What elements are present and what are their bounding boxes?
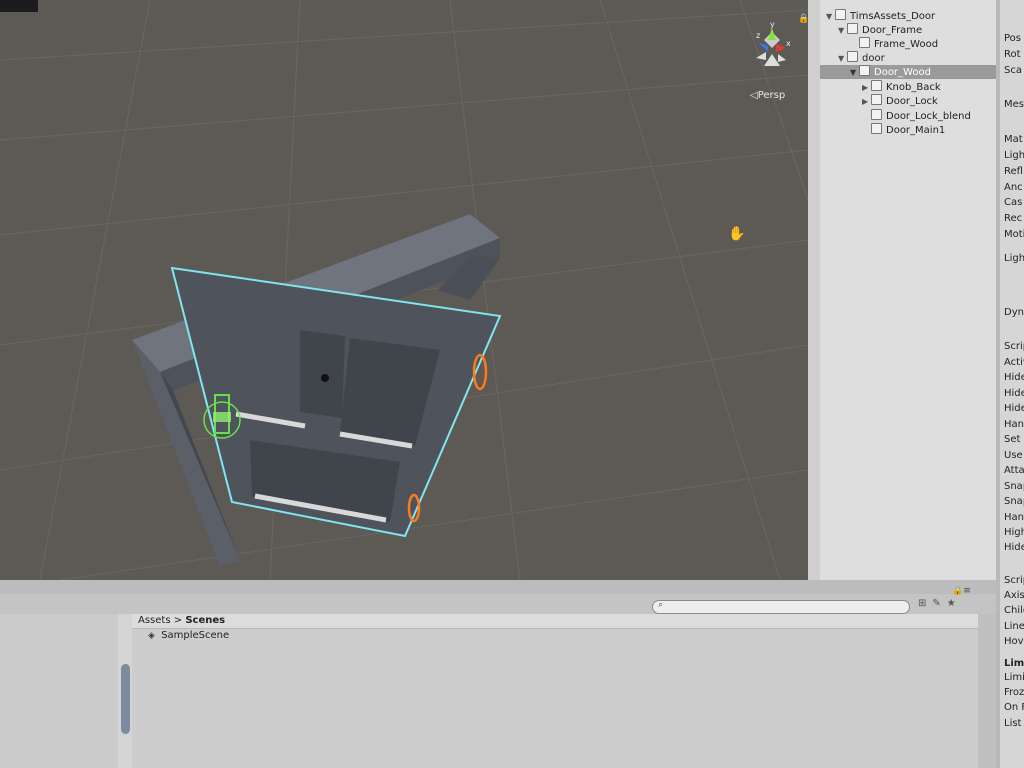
breadcrumb-text: Assets > Scenes — [138, 615, 225, 626]
inspector-field[interactable]: Dyna — [1004, 306, 1024, 319]
project-file-area[interactable] — [132, 629, 978, 768]
inspector-field[interactable]: Hand — [1004, 511, 1024, 524]
breadcrumb-separator: > — [173, 615, 183, 626]
gameobject-icon — [847, 51, 858, 62]
gameobject-icon — [871, 109, 882, 120]
inspector-field[interactable]: Mes — [1004, 98, 1024, 111]
lock-icon[interactable]: 🔒 — [798, 14, 808, 24]
inspector-field[interactable]: Hide — [1004, 371, 1024, 384]
hierarchy-item-label: Door_Lock — [886, 96, 938, 107]
expand-arrow-icon[interactable]: ▼ — [838, 24, 847, 38]
breadcrumb-current[interactable]: Scenes — [185, 615, 225, 626]
hierarchy-item[interactable]: ▼ Door_Frame — [838, 23, 922, 37]
inspector-field[interactable]: Axis O — [1004, 589, 1024, 602]
gameobject-icon — [859, 37, 870, 48]
gameobject-icon — [859, 65, 870, 76]
gizmo-y-label: y — [770, 20, 775, 29]
hierarchy-item-label: Frame_Wood — [874, 39, 939, 50]
inspector-field[interactable]: Use H — [1004, 449, 1024, 462]
scene-view[interactable]: y x z 🔒 ◁Persp ✋ — [0, 0, 808, 580]
project-search-input[interactable] — [652, 600, 910, 614]
hierarchy-item-selected[interactable]: ▼ Door_Wood — [820, 65, 996, 79]
inspector-field[interactable]: Snap — [1004, 495, 1024, 508]
inspector-scrollbar[interactable] — [978, 614, 996, 768]
expand-arrow-icon[interactable]: ▶ — [862, 95, 871, 109]
breadcrumb — [132, 614, 978, 629]
inspector-field[interactable]: Mat — [1004, 133, 1023, 146]
expand-arrow-icon[interactable]: ▼ — [850, 66, 859, 80]
hand-cursor-icon: ✋ — [728, 226, 746, 242]
panel-lock-icon[interactable]: 🔒≡ — [952, 586, 971, 596]
gizmo-x-label: x — [786, 39, 791, 48]
inspector-field[interactable]: Ligh — [1004, 149, 1024, 162]
inspector-section-title: Limite — [1004, 658, 1024, 669]
gameobject-icon — [871, 94, 882, 105]
inspector-field[interactable]: Hide — [1004, 402, 1024, 415]
gizmo-z-label: z — [756, 31, 760, 40]
inspector-field[interactable]: Attac — [1004, 464, 1024, 477]
hierarchy-item[interactable]: Door_Main1 — [862, 123, 945, 137]
hierarchy-item-label: TimsAssets_Door — [850, 11, 936, 22]
inspector-panel[interactable]: Pos Rot Sca Mes Mat Ligh Refl Anc Cas Re… — [1000, 0, 1024, 768]
hierarchy-item-label: Knob_Back — [886, 82, 941, 93]
inspector-field[interactable]: Scrip — [1004, 574, 1024, 587]
breadcrumb-assets[interactable]: Assets — [138, 615, 171, 626]
inspector-field[interactable]: Rec — [1004, 212, 1022, 225]
inspector-field[interactable]: Sca — [1004, 64, 1022, 77]
inspector-field[interactable]: Pos — [1004, 32, 1021, 45]
hierarchy-item[interactable]: ▶ Door_Lock — [862, 94, 938, 108]
inspector-field[interactable]: Refl — [1004, 165, 1023, 178]
hierarchy-panel[interactable]: ▼ TimsAssets_Door ▼ Door_Frame Frame_Wood … — [820, 0, 996, 580]
inspector-field[interactable]: Set R — [1004, 433, 1024, 446]
expand-arrow-icon[interactable]: ▼ — [838, 52, 847, 66]
inspector-field[interactable]: Hand — [1004, 418, 1024, 431]
hierarchy-item[interactable]: Door_Lock_blend — [862, 109, 971, 123]
hierarchy-item[interactable]: ▼ door — [838, 51, 885, 65]
gameobject-icon — [871, 80, 882, 91]
hierarchy-item-label: Door_Main1 — [886, 125, 946, 136]
inspector-field[interactable]: On Fro — [1004, 701, 1024, 714]
inspector-field: List is — [1004, 718, 1024, 729]
inspector-field[interactable]: Activ — [1004, 356, 1024, 369]
inspector-field[interactable]: Hide H — [1004, 541, 1024, 554]
hierarchy-item-label: Door_Wood — [874, 67, 931, 78]
gameobject-icon — [835, 9, 846, 20]
hierarchy-item[interactable]: Frame_Wood — [850, 37, 938, 51]
inspector-field[interactable]: Anc — [1004, 181, 1023, 194]
projection-toggle[interactable]: ◁Persp — [750, 90, 785, 101]
project-tab-bar — [0, 580, 996, 594]
hierarchy-item-label: Door_Frame — [862, 25, 923, 36]
hierarchy-item-label: door — [862, 53, 885, 64]
scene-viewport[interactable] — [0, 0, 808, 580]
asset-item[interactable]: ◈ SampleScene — [148, 630, 229, 641]
hierarchy-item-label: Door_Lock_blend — [886, 111, 971, 122]
inspector-field[interactable]: Hover — [1004, 635, 1024, 648]
gameobject-icon — [871, 123, 882, 134]
inspector-field[interactable]: Limited — [1004, 671, 1024, 684]
expand-arrow-icon[interactable]: ▶ — [862, 81, 871, 95]
asset-item-label: SampleScene — [161, 630, 230, 641]
scrollbar-thumb[interactable] — [121, 664, 130, 734]
inspector-field[interactable]: Hide — [1004, 387, 1024, 400]
inspector-field[interactable]: Frozen — [1004, 686, 1024, 699]
inspector-field[interactable]: Linear — [1004, 620, 1024, 633]
inspector-field[interactable]: Scrip — [1004, 340, 1024, 353]
panel-divider[interactable] — [808, 0, 820, 580]
project-folder-tree[interactable] — [0, 614, 118, 768]
inspector-field[interactable]: Child — [1004, 604, 1024, 617]
search-icon: ⌕ — [658, 600, 664, 610]
inspector-field[interactable]: Ligh — [1004, 252, 1024, 265]
inspector-field[interactable]: Moti — [1004, 228, 1024, 241]
inspector-field[interactable]: Highl — [1004, 526, 1024, 539]
inspector-field[interactable]: Cas — [1004, 196, 1022, 209]
orientation-gizmo[interactable]: y x z — [742, 18, 804, 80]
inspector-field[interactable]: Rot — [1004, 48, 1021, 61]
unity-scene-icon: ◈ — [148, 631, 155, 641]
inspector-field[interactable]: Snap — [1004, 480, 1024, 493]
gameobject-icon — [847, 23, 858, 34]
toolbar-icons[interactable]: ⊞✎★ — [918, 598, 962, 609]
hierarchy-item[interactable]: ▼ TimsAssets_Door — [826, 9, 935, 23]
expand-arrow-icon[interactable]: ▼ — [826, 10, 835, 24]
hierarchy-item[interactable]: ▶ Knob_Back — [862, 80, 941, 94]
